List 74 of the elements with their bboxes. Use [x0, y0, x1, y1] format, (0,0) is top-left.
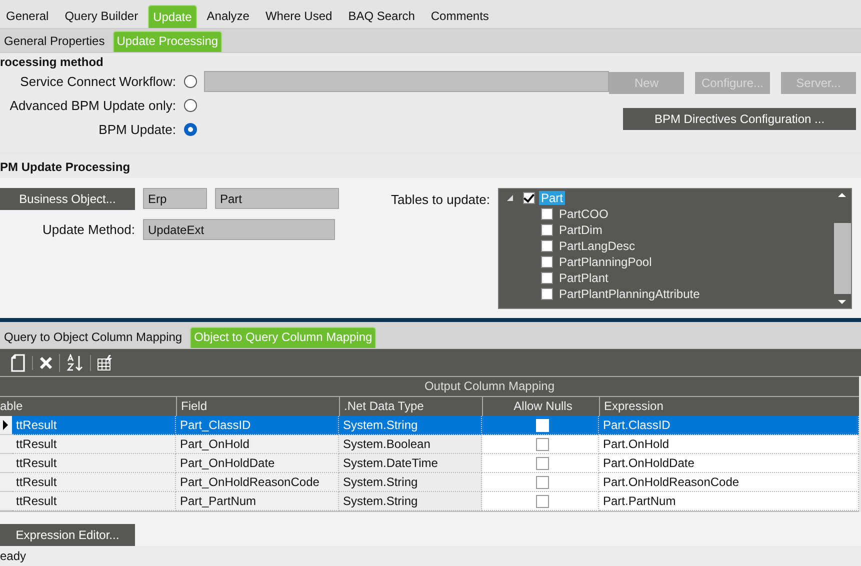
radio-button[interactable]: [184, 98, 197, 112]
table-cell: Part_ClassID: [176, 416, 339, 435]
tab[interactable]: Query to Object Column Mapping: [0, 327, 186, 348]
table-cell: ttResult: [12, 473, 176, 492]
text-field[interactable]: UpdateExt: [143, 218, 335, 240]
tab[interactable]: Analyze: [200, 4, 256, 28]
field-label: Tables to update:: [390, 190, 491, 209]
expression-editor-button[interactable]: Expression Editor...: [0, 524, 135, 546]
grid-row[interactable]: ttResult Part_ClassID System.String Part.ClassID: [0, 416, 859, 435]
text-field[interactable]: Erp: [143, 188, 207, 210]
tree-item[interactable]: PartCOO: [557, 206, 610, 221]
table-cell: ttResult: [12, 454, 176, 473]
checkbox[interactable]: [541, 256, 553, 268]
tab[interactable]: BAQ Search: [342, 4, 421, 28]
text-field[interactable]: Part: [215, 188, 339, 210]
radio-label: Service Connect Workflow:: [19, 74, 177, 89]
checkbox[interactable]: [536, 494, 548, 508]
table-cell: Part_OnHold: [176, 435, 339, 454]
table-cell: ttResult: [12, 492, 176, 511]
radio-button[interactable]: [184, 122, 197, 136]
tree-item[interactable]: PartPlantPlanningAttribute: [557, 286, 702, 301]
table-cell: Part.PartNum: [599, 492, 859, 511]
grid-row[interactable]: ttResult Part_PartNum System.String Part.PartNum: [0, 492, 859, 511]
checkbox[interactable]: [541, 288, 553, 300]
table-cell: System.String: [339, 492, 482, 511]
checkbox[interactable]: [541, 224, 553, 236]
workflow-field[interactable]: [204, 70, 609, 92]
grid-row[interactable]: ttResult Part_OnHoldDate System.DateTime Part.OnHoldDate: [0, 454, 859, 473]
table-cell: Part_PartNum: [176, 492, 339, 511]
table-cell: System.String: [339, 416, 482, 435]
radio-label: BPM Update:: [98, 122, 177, 137]
table-cell: Part.OnHoldDate: [599, 454, 859, 473]
grid-band-header: Output Column Mapping: [0, 376, 859, 396]
table-cell: ttResult: [12, 416, 176, 435]
table-cell: Part.ClassID: [599, 416, 859, 435]
tab[interactable]: General: [0, 4, 55, 28]
table-cell: System.Boolean: [339, 435, 482, 454]
tab[interactable]: General Properties: [0, 30, 109, 52]
checkbox[interactable]: [536, 476, 548, 488]
tab[interactable]: Comments: [424, 4, 495, 28]
checkbox[interactable]: [536, 438, 548, 450]
table-cell: System.DateTime: [339, 454, 482, 473]
business-object-button[interactable]: Business Object...: [0, 188, 135, 210]
table-cell: ttResult: [12, 435, 176, 454]
tab[interactable]: Where Used: [259, 4, 338, 28]
tab[interactable]: Query Builder: [58, 4, 144, 28]
radio-label: Advanced BPM Update only:: [8, 98, 177, 113]
field-label: Update Method:: [41, 222, 135, 237]
tree-item[interactable]: PartLangDesc: [557, 238, 638, 253]
row-header[interactable]: [0, 416, 12, 435]
scroll-down-icon[interactable]: [838, 300, 846, 304]
bpm-directives-button[interactable]: BPM Directives Configuration ...: [623, 108, 856, 130]
table-cell: Part_OnHoldReasonCode: [176, 473, 339, 492]
expander-icon[interactable]: [507, 194, 513, 201]
checkbox[interactable]: [541, 208, 553, 220]
checkbox[interactable]: [536, 456, 548, 470]
checkbox[interactable]: [541, 272, 553, 284]
checkbox[interactable]: [523, 192, 535, 204]
tree-item[interactable]: PartPlant: [557, 270, 610, 285]
section-title: rocessing method: [0, 54, 104, 69]
scroll-up-icon[interactable]: [838, 192, 846, 197]
column-header[interactable]: able: [0, 397, 176, 416]
checkbox[interactable]: [541, 240, 553, 252]
status-bar: eady: [0, 546, 861, 566]
table-cell: Part.OnHold: [599, 435, 859, 454]
radio-button[interactable]: [184, 74, 197, 88]
table-cell: System.String: [339, 473, 482, 492]
table-cell: Part.OnHoldReasonCode: [599, 473, 859, 492]
grid-row[interactable]: ttResult Part_OnHoldReasonCode System.String Part.OnHoldReasonCode: [0, 473, 859, 492]
tree-item[interactable]: PartPlanningPool: [557, 254, 654, 269]
tree-item[interactable]: PartDim: [557, 222, 604, 237]
table-cell: Part_OnHoldDate: [176, 454, 339, 473]
grid-row[interactable]: ttResult Part_OnHold System.Boolean Part.OnHold: [0, 435, 859, 454]
scrollbar-thumb[interactable]: [834, 222, 850, 294]
